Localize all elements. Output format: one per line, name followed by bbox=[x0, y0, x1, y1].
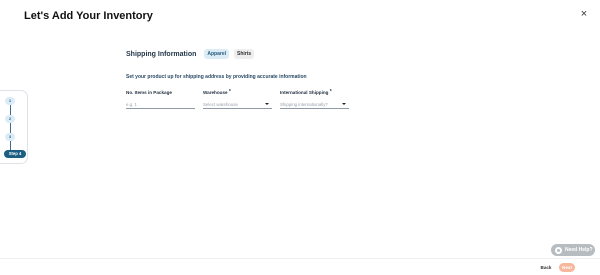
page-title: Let's Add Your Inventory bbox=[24, 10, 153, 22]
close-button[interactable]: × bbox=[578, 8, 590, 20]
items-in-package-input[interactable] bbox=[126, 101, 195, 107]
progress-stepper: 1 2 3 Step 4 bbox=[0, 90, 28, 164]
international-shipping-field: International Shipping * Shipping intern… bbox=[280, 89, 349, 109]
close-icon: × bbox=[580, 8, 588, 20]
items-in-package-control bbox=[126, 100, 195, 109]
back-button[interactable]: Back bbox=[538, 264, 554, 272]
required-marker: * bbox=[228, 89, 231, 95]
international-shipping-select[interactable]: Shipping internationally? bbox=[280, 100, 349, 109]
stepper-line bbox=[10, 101, 11, 153]
section-title: Shipping Information bbox=[126, 50, 197, 58]
international-shipping-placeholder: Shipping internationally? bbox=[280, 101, 328, 107]
items-in-package-label: No. Items in Package bbox=[126, 90, 172, 95]
footer-bar: Back Next bbox=[0, 258, 600, 275]
warehouse-field: Warehouse * Select warehouse bbox=[203, 89, 272, 109]
step-1[interactable]: 1 bbox=[5, 97, 15, 105]
category-tag-apparel: Apparel bbox=[204, 49, 230, 59]
chevron-down-icon bbox=[342, 103, 346, 105]
items-in-package-field: No. Items in Package bbox=[126, 89, 195, 109]
chat-bubble-icon bbox=[555, 246, 562, 254]
step-3[interactable]: 3 bbox=[5, 133, 15, 141]
need-help-label: Need Help? bbox=[565, 247, 593, 253]
international-shipping-label: International Shipping * bbox=[280, 89, 332, 95]
step-2[interactable]: 2 bbox=[5, 115, 15, 123]
warehouse-select[interactable]: Select warehouse bbox=[203, 100, 272, 109]
warehouse-placeholder: Select warehouse bbox=[203, 101, 238, 107]
step-4-active[interactable]: Step 4 bbox=[4, 150, 26, 158]
chevron-down-icon bbox=[265, 103, 269, 105]
section-subtitle: Set your product up for shipping address… bbox=[126, 74, 307, 80]
section-header: Shipping Information Apparel Shirts bbox=[126, 49, 255, 59]
category-tag-shirts: Shirts bbox=[234, 49, 255, 59]
required-marker: * bbox=[329, 89, 332, 95]
warehouse-label: Warehouse * bbox=[203, 89, 231, 95]
next-button[interactable]: Next bbox=[559, 263, 575, 272]
need-help-button[interactable]: Need Help? bbox=[551, 244, 595, 256]
